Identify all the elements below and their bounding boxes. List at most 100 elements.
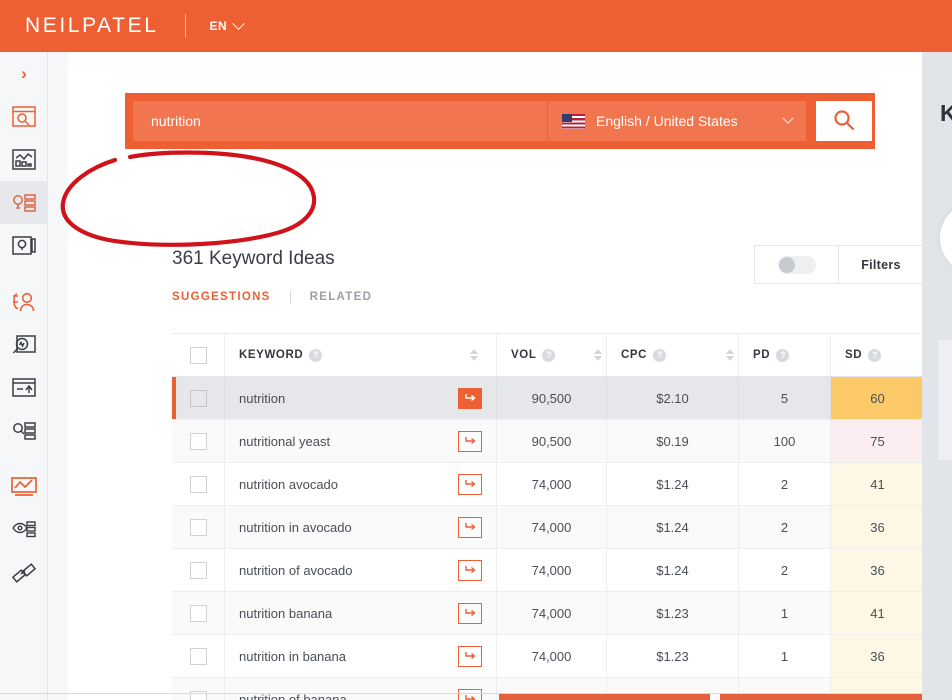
row-cell-vol: 74,000 (497, 592, 607, 634)
sidebar-item-keyword-ideas[interactable] (0, 181, 48, 224)
bottom-action-button-2[interactable] (720, 693, 922, 700)
result-tabs: SUGGESTIONS RELATED (172, 290, 373, 307)
row-checkbox[interactable] (189, 432, 207, 450)
header-cell-pd[interactable]: PD ? (739, 334, 831, 376)
sidebar-item-expand[interactable]: › (0, 52, 48, 95)
link-chain-icon (12, 562, 36, 584)
row-cell-cpc: $2.10 (607, 377, 739, 419)
search-button[interactable] (816, 101, 872, 141)
sd-value: 41 (870, 605, 885, 621)
help-icon[interactable]: ? (542, 348, 556, 362)
help-icon[interactable]: ? (309, 348, 323, 362)
row-cell-vol: 74,000 (497, 463, 607, 505)
vol-value: 74,000 (531, 562, 572, 578)
sort-keyword-icon[interactable] (470, 349, 478, 361)
row-checkbox[interactable] (189, 690, 207, 700)
row-cell-checkbox (172, 420, 225, 462)
row-cell-cpc: $1.24 (607, 506, 739, 548)
filters-control: Filters (754, 245, 922, 284)
sidebar-item-site-audit[interactable] (0, 95, 48, 138)
bottom-divider (0, 693, 952, 694)
tab-divider (289, 290, 291, 304)
toggle-switch (777, 255, 816, 274)
open-keyword-icon[interactable] (458, 602, 482, 624)
locale-label: English / United States (596, 113, 738, 129)
us-flag-icon (562, 113, 585, 129)
row-cell-vol: 90,500 (497, 377, 607, 419)
keyword-label: nutrition (239, 390, 286, 406)
row-cell-keyword: nutrition of avocado (225, 549, 497, 591)
cpc-value: $1.23 (656, 648, 689, 664)
select-all-checkbox[interactable] (189, 346, 207, 364)
open-keyword-icon[interactable] (458, 559, 482, 581)
open-keyword-icon[interactable] (458, 430, 482, 452)
search-bar: English / United States (125, 93, 875, 149)
row-cell-sd: 36 (831, 635, 922, 677)
open-keyword-icon[interactable] (458, 688, 482, 700)
open-keyword-icon[interactable] (458, 645, 482, 667)
cpc-value: $1.24 (656, 476, 689, 492)
row-checkbox[interactable] (189, 518, 207, 536)
tab-related[interactable]: RELATED (310, 291, 373, 307)
open-keyword-icon[interactable] (458, 516, 482, 538)
header-cell-sd[interactable]: SD ? (831, 334, 922, 376)
help-icon[interactable]: ? (868, 348, 882, 362)
sidebar-item-rankings[interactable] (0, 366, 48, 409)
sort-vol-icon[interactable] (594, 349, 602, 361)
row-cell-vol: 74,000 (497, 635, 607, 677)
sidebar-item-analytics[interactable] (0, 465, 48, 508)
help-icon[interactable]: ? (776, 348, 790, 362)
row-cell-vol: 74,000 (497, 506, 607, 548)
right-side-panel: K (922, 52, 952, 700)
table-row[interactable]: nutrition in banana 74,000 $1.23 1 36 (172, 635, 922, 678)
open-keyword-icon[interactable] (458, 387, 482, 409)
right-panel-title: K (940, 100, 952, 126)
row-cell-vol: 90,500 (497, 420, 607, 462)
table-row[interactable]: nutrition banana 74,000 $1.23 1 41 (172, 592, 922, 635)
sidebar-item-visibility[interactable] (0, 508, 48, 551)
open-keyword-icon[interactable] (458, 473, 482, 495)
sidebar-item-seo-analyzer[interactable] (0, 323, 48, 366)
sidebar-item-content-ideas[interactable] (0, 224, 48, 267)
main-region: English / United States 361 Keyword Idea… (48, 52, 922, 700)
row-checkbox[interactable] (189, 389, 207, 407)
sd-value: 75 (870, 433, 885, 449)
tab-suggestions[interactable]: SUGGESTIONS (172, 291, 271, 307)
row-cell-checkbox (172, 377, 225, 419)
pd-value: 5 (780, 390, 789, 406)
row-cell-cpc: $1.24 (607, 549, 739, 591)
bottom-action-button-1[interactable] (499, 693, 710, 700)
table-row[interactable]: nutritional yeast 90,500 $0.19 100 75 (172, 420, 922, 463)
sort-cpc-icon[interactable] (726, 349, 734, 361)
filters-toggle[interactable] (755, 246, 839, 283)
row-checkbox[interactable] (189, 647, 207, 665)
table-row[interactable]: nutrition in avocado 74,000 $1.24 2 36 (172, 506, 922, 549)
row-cell-checkbox (172, 549, 225, 591)
search-input[interactable] (133, 101, 547, 141)
table-row[interactable]: nutrition 90,500 $2.10 5 60 (172, 377, 922, 420)
table-row[interactable]: nutrition of avocado 74,000 $1.24 2 36 (172, 549, 922, 592)
row-checkbox[interactable] (189, 561, 207, 579)
help-icon[interactable]: ? (653, 348, 667, 362)
language-selector[interactable]: EN (210, 16, 246, 33)
table-row[interactable]: nutrition avocado 74,000 $1.24 2 41 (172, 463, 922, 506)
table-header-row: KEYWORD ? VOL ? CPC ? PD ? SD ? (172, 333, 922, 377)
row-cell-sd: 60 (831, 377, 922, 419)
locale-dropdown[interactable]: English / United States (548, 101, 806, 141)
line-chart-icon (11, 476, 37, 498)
row-checkbox[interactable] (189, 475, 207, 493)
header-cell-keyword[interactable]: KEYWORD ? (225, 334, 497, 376)
cpc-value: $1.24 (656, 562, 689, 578)
header-cell-vol[interactable]: VOL ? (497, 334, 607, 376)
header-cell-cpc[interactable]: CPC ? (607, 334, 739, 376)
sidebar-item-backlinks[interactable] (0, 551, 48, 594)
sd-value: 36 (870, 648, 885, 664)
sidebar-item-traffic-analyzer[interactable] (0, 138, 48, 181)
sidebar-item-keyword-lists[interactable] (0, 409, 48, 452)
row-cell-cpc: $0.19 (607, 420, 739, 462)
row-cell-pd: 5 (739, 377, 831, 419)
keyword-label: nutrition in banana (239, 648, 346, 664)
sidebar-item-competitors[interactable] (0, 280, 48, 323)
row-checkbox[interactable] (189, 604, 207, 622)
filters-button[interactable]: Filters (839, 258, 922, 272)
